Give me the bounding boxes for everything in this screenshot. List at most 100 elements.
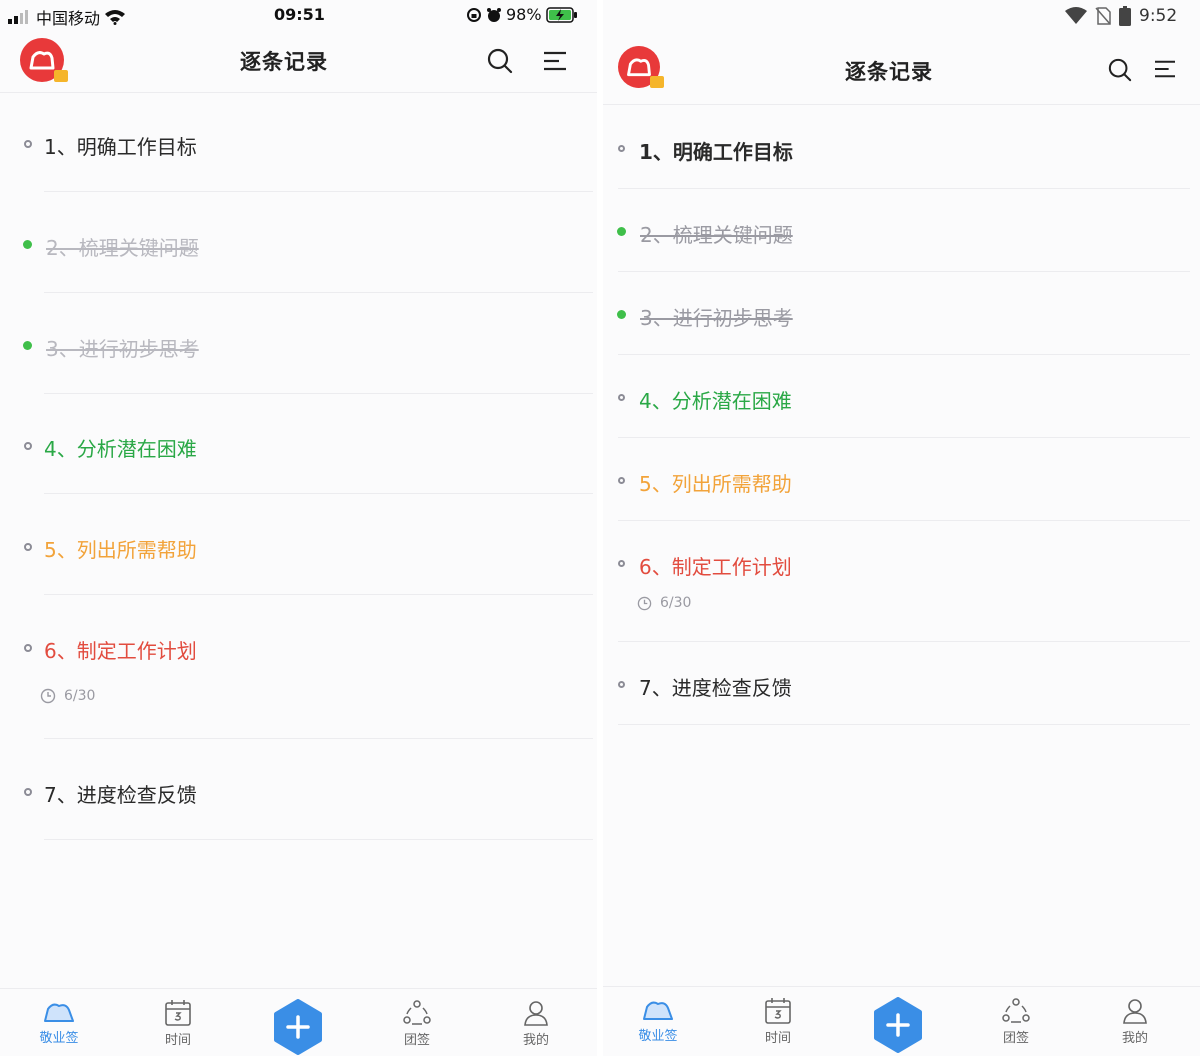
task-checkbox[interactable] <box>618 681 625 688</box>
battery-icon <box>1119 6 1131 26</box>
due-date-text: 6/30 <box>64 688 96 704</box>
wifi-icon <box>1065 7 1087 24</box>
tab-team[interactable]: 团签 <box>377 989 457 1048</box>
no-sim-icon <box>1095 7 1111 25</box>
task-text: 2、梳理关键问题 <box>640 223 793 247</box>
clock-icon <box>637 596 652 610</box>
task-checkbox-done[interactable] <box>617 310 626 319</box>
list-item[interactable]: 3、进行初步思考 <box>0 294 597 394</box>
task-checkbox[interactable] <box>24 442 32 450</box>
tab-mine[interactable]: 我的 <box>496 989 576 1048</box>
search-icon[interactable] <box>1108 58 1132 82</box>
list-item[interactable]: 1、明确工作目标 <box>603 106 1200 189</box>
add-task-button[interactable] <box>273 999 323 1055</box>
calendar-icon <box>165 1000 191 1026</box>
list-item[interactable]: 3、进行初步思考 <box>603 272 1200 355</box>
tab-label: 团签 <box>1002 1031 1029 1046</box>
task-text: 5、列出所需帮助 <box>639 472 792 496</box>
list-item[interactable]: 5、列出所需帮助 <box>603 438 1200 521</box>
clock-icon <box>40 688 56 704</box>
app-header: 逐条记录 <box>603 32 1200 105</box>
tab-jingyeqian[interactable]: 敬业签 <box>19 989 99 1046</box>
app-logo[interactable] <box>618 46 664 88</box>
task-text: 6、制定工作计划 <box>44 639 197 663</box>
battery-charging-icon <box>545 6 577 23</box>
add-task-button[interactable] <box>873 997 923 1053</box>
task-checkbox[interactable] <box>618 394 625 401</box>
list-item[interactable]: 2、梳理关键问题 <box>0 194 597 294</box>
due-date: 6/30 <box>40 688 95 704</box>
bottom-tab-bar: 敬业签 时间 团签 我的 <box>603 986 1200 1056</box>
cloud-icon <box>44 1003 74 1022</box>
user-icon <box>524 1001 548 1026</box>
task-checkbox[interactable] <box>24 543 32 551</box>
item-divider <box>44 839 593 840</box>
item-divider <box>618 724 1190 725</box>
tab-label: 时间 <box>764 1031 791 1046</box>
task-text: 3、进行初步思考 <box>640 306 793 330</box>
task-text: 1、明确工作目标 <box>639 140 793 164</box>
list-item[interactable]: 4、分析潜在困难 <box>0 394 597 494</box>
task-text: 4、分析潜在困难 <box>639 389 792 413</box>
tab-mine[interactable]: 我的 <box>1095 987 1175 1046</box>
list-item[interactable]: 4、分析潜在困难 <box>603 355 1200 438</box>
tab-time[interactable]: 时间 <box>138 989 218 1048</box>
left-phone-screen: 中国移动 09:51 98% 逐条记录 1、明确工作目标 2、梳理关键问题 3、… <box>0 0 597 1056</box>
status-time: 09:51 <box>274 5 325 24</box>
tab-label: 我的 <box>522 1033 549 1048</box>
due-date-text: 6/30 <box>660 595 692 611</box>
task-checkbox-done[interactable] <box>23 341 32 350</box>
app-header: 逐条记录 <box>0 30 597 93</box>
task-checkbox[interactable] <box>618 560 625 567</box>
task-checkbox[interactable] <box>24 788 32 796</box>
list-item[interactable]: 5、列出所需帮助 <box>0 494 597 595</box>
tab-label: 敬业签 <box>638 1029 678 1044</box>
wifi-icon <box>105 10 126 25</box>
tab-time[interactable]: 时间 <box>738 987 818 1046</box>
tab-label: 团签 <box>403 1033 430 1048</box>
list-item[interactable]: 7、进度检查反馈 <box>0 739 597 840</box>
task-text: 7、进度检查反馈 <box>639 676 792 700</box>
item-divider <box>44 191 593 192</box>
list-item[interactable]: 7、进度检查反馈 <box>603 642 1200 725</box>
task-text: 3、进行初步思考 <box>46 337 199 361</box>
status-bar: 中国移动 09:51 98% <box>0 0 597 30</box>
list-item[interactable]: 6、制定工作计划 6/30 <box>0 594 597 739</box>
tab-label: 我的 <box>1121 1031 1148 1046</box>
cloud-icon <box>643 1001 673 1020</box>
status-bar: 9:52 <box>603 0 1200 30</box>
list-item[interactable]: 1、明确工作目标 <box>0 94 597 194</box>
alarm-icon <box>487 7 501 22</box>
task-checkbox-done[interactable] <box>617 227 626 236</box>
task-text: 1、明确工作目标 <box>44 135 197 159</box>
task-text: 5、列出所需帮助 <box>44 538 197 562</box>
task-text: 6、制定工作计划 <box>639 555 792 579</box>
user-icon <box>1123 999 1147 1024</box>
tab-team[interactable]: 团签 <box>976 987 1056 1046</box>
verified-badge-icon <box>650 76 664 88</box>
menu-icon[interactable] <box>1154 59 1176 79</box>
tab-jingyeqian[interactable]: 敬业签 <box>618 987 698 1044</box>
task-checkbox[interactable] <box>24 644 32 652</box>
task-checkbox[interactable] <box>24 140 32 148</box>
task-text: 7、进度检查反馈 <box>44 783 197 807</box>
task-text: 2、梳理关键问题 <box>46 236 199 260</box>
task-text: 4、分析潜在困难 <box>44 437 197 461</box>
list-item[interactable]: 6、制定工作计划 6/30 <box>603 521 1200 642</box>
search-icon[interactable] <box>487 48 513 74</box>
tab-label: 时间 <box>164 1033 191 1048</box>
app-logo[interactable] <box>20 38 68 82</box>
task-checkbox-done[interactable] <box>23 240 32 249</box>
page-title: 逐条记录 <box>240 50 328 74</box>
verified-badge-icon <box>54 70 68 82</box>
right-phone-screen: 9:52 逐条记录 1、明确工作目标 2、梳理关键问题 3、进行初步思考 4、分… <box>603 0 1200 1056</box>
task-checkbox[interactable] <box>618 477 625 484</box>
carrier-name: 中国移动 <box>36 9 101 28</box>
task-checkbox[interactable] <box>618 145 625 152</box>
menu-icon[interactable] <box>543 50 567 72</box>
list-item[interactable]: 2、梳理关键问题 <box>603 189 1200 272</box>
page-title: 逐条记录 <box>845 60 933 84</box>
tab-label: 敬业签 <box>39 1031 79 1046</box>
item-divider <box>44 292 593 293</box>
status-right: 9:52 <box>1065 6 1177 26</box>
